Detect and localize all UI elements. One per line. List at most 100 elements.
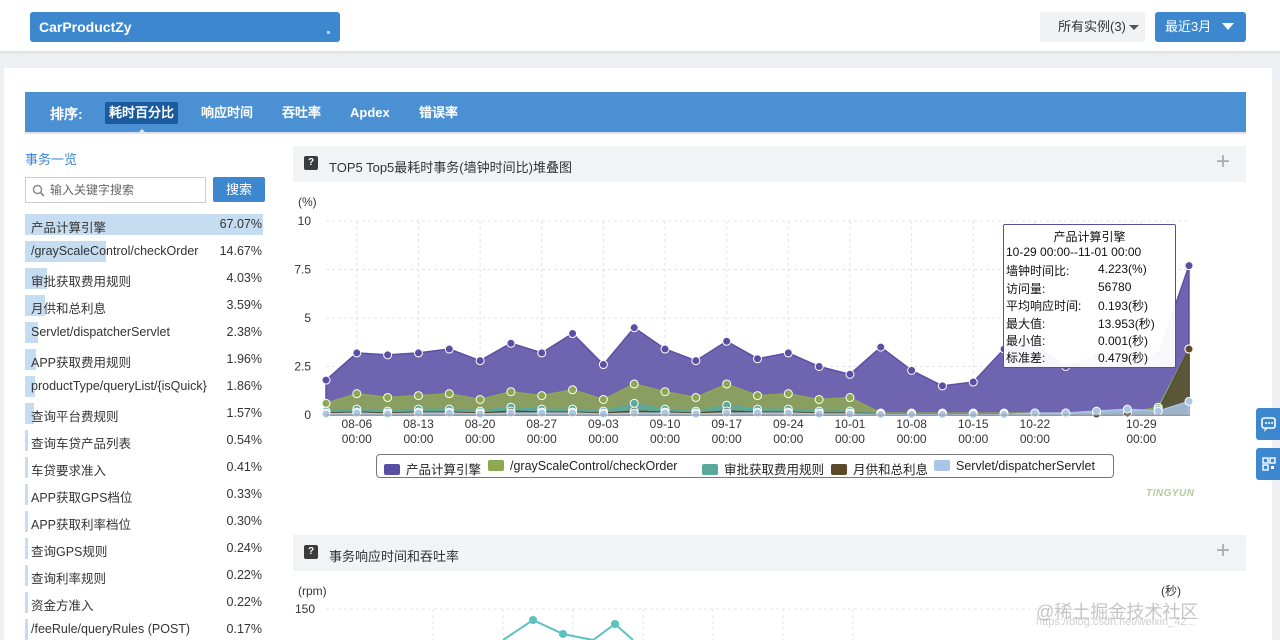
transaction-item[interactable]: 查询车贷产品列表 0.54% [25,427,265,454]
data-point [529,616,537,624]
time-range-dropdown[interactable]: 最近3月 [1155,12,1246,42]
x-tick-label: 08-20 [465,417,496,431]
data-point [876,342,886,352]
x-tick-label: 10-01 [835,417,866,431]
transaction-item[interactable]: 资金方准入 0.22% [25,589,265,616]
data-point [352,408,362,418]
chart1-header: ? TOP5 Top5最耗时事务(墙钟时间比)堆叠图 + [293,146,1246,182]
transaction-item[interactable]: 查询GPS规则 0.24% [25,535,265,562]
transaction-item[interactable]: 月供和总利息 3.59% [25,292,265,319]
legend-item[interactable]: 审批获取费用规则 [702,459,824,478]
sort-tab-bar: 排序: 耗时百分比 响应时间 吞吐率 Apdex 错误率 [25,92,1246,134]
transaction-item[interactable]: /grayScaleControl/checkOrder 14.67% [25,238,265,265]
transaction-item[interactable]: productType/queryList/{isQuick} 1.86% [25,373,265,400]
x-tick-label: 00:00 [773,432,803,446]
x-tick-label: 09-17 [711,417,742,431]
tooltip-row: 访问量: 56780 [1006,280,1176,298]
data-point [629,398,639,408]
tooltip-row: 平均响应时间: 0.193(秒) [1006,297,1176,315]
chat-icon [1261,417,1276,432]
data-point [413,348,423,358]
transaction-item[interactable]: APP获取费用规则 1.96% [25,346,265,373]
tab-response-time[interactable]: 响应时间 [201,102,253,124]
tooltip-value: 56780 [1098,280,1132,294]
transaction-item[interactable]: APP获取GPS档位 0.33% [25,481,265,508]
transaction-name: APP获取利率档位 [31,518,132,532]
y-tick-label: 150 [295,602,315,616]
tooltip-value: 0.193(秒) [1098,299,1149,313]
app-selector[interactable]: CarProductZy [30,12,340,42]
data-point [814,409,824,419]
sort-label: 排序: [50,106,83,122]
data-point [1122,404,1132,414]
tab-apdex[interactable]: Apdex [350,102,390,124]
data-point [568,385,578,395]
feedback-button[interactable] [1256,408,1280,440]
x-tick-label: 09-03 [588,417,619,431]
data-point [568,329,578,339]
transaction-percent: 1.57% [226,406,262,420]
transaction-item[interactable]: /feeRule/queryRules (POST) 0.17% [25,616,265,640]
data-point [444,408,454,418]
data-point [321,375,331,385]
transaction-item[interactable]: 车贷要求准入 0.41% [25,454,265,481]
legend-swatch [934,460,950,471]
qrcode-button[interactable] [1256,448,1280,480]
transaction-list: 产品计算引擎 67.07% /grayScaleControl/checkOrder… [25,211,265,640]
qrcode-icon [1262,457,1276,471]
transaction-percent: 67.07% [219,217,262,231]
y-tick-label: 2.5 [294,360,311,374]
transaction-item[interactable]: 审批获取费用规则 4.03% [25,265,265,292]
y2-axis-label: (秒) [1161,584,1181,598]
tooltip-value: 13.953(秒) [1098,317,1155,331]
x-tick-label: 10-08 [896,417,927,431]
data-point [321,409,331,419]
transaction-percent: 0.24% [226,541,262,555]
transaction-percent: 2.38% [226,325,262,339]
tab-error-rate[interactable]: 错误率 [419,102,458,124]
y-axis-label: (rpm) [298,584,327,598]
help-icon[interactable]: ? [304,156,318,170]
data-point [383,393,393,403]
transaction-item[interactable]: 产品计算引擎 67.07% [25,211,265,238]
plus-icon[interactable]: + [1216,149,1230,175]
tooltip-key: 标准差: [1006,351,1046,365]
chart2-header: ? 事务响应时间和吞吐率 + [293,535,1246,571]
transaction-item[interactable]: 查询平台费规则 1.57% [25,400,265,427]
data-point [1030,408,1040,418]
transaction-overview-title[interactable]: 事务一览 [25,149,77,168]
search-input[interactable] [50,180,200,200]
tab-time-percent[interactable]: 耗时百分比 [105,102,179,134]
data-point [722,336,732,346]
plus-icon[interactable]: + [1216,538,1230,564]
data-point [506,387,516,397]
search-field[interactable] [25,177,206,203]
search-button[interactable]: 搜索 [213,177,265,202]
x-tick-label: 10-15 [958,417,989,431]
transaction-item[interactable]: Servlet/dispatcherServlet 2.38% [25,319,265,346]
transaction-item[interactable]: 查询利率规则 0.22% [25,562,265,589]
data-point [413,408,423,418]
tab-throughput[interactable]: 吞吐率 [282,102,321,124]
legend-item[interactable]: Servlet/dispatcherServlet [934,459,1095,473]
tooltip-key: 平均响应时间: [1006,299,1082,313]
data-point [383,350,393,360]
data-point [559,630,567,638]
instance-dropdown[interactable]: 所有实例(3) [1040,12,1145,42]
chart-tooltip: 产品计算引擎 10-29 00:00--11-01 00:00 墙钟时间比: 4.… [1003,224,1176,368]
data-point [413,391,423,401]
chart-legend: 产品计算引擎 /grayScaleControl/checkOrder 审批获取… [376,454,1114,478]
data-point [444,344,454,354]
legend-item[interactable]: 产品计算引擎 [384,459,481,478]
transaction-share-bar [25,592,28,613]
data-point [845,393,855,403]
x-tick-label: 00:00 [1020,432,1050,446]
x-tick-label: 00:00 [835,432,865,446]
data-point [753,391,762,401]
watermark-url: https://blog.csdn.net/weixin_42... [1036,616,1196,628]
legend-item[interactable]: /grayScaleControl/checkOrder [488,459,677,473]
data-point [506,338,516,348]
legend-item[interactable]: 月供和总利息 [831,459,928,478]
transaction-item[interactable]: APP获取利率档位 0.30% [25,508,265,535]
help-icon[interactable]: ? [304,545,318,559]
